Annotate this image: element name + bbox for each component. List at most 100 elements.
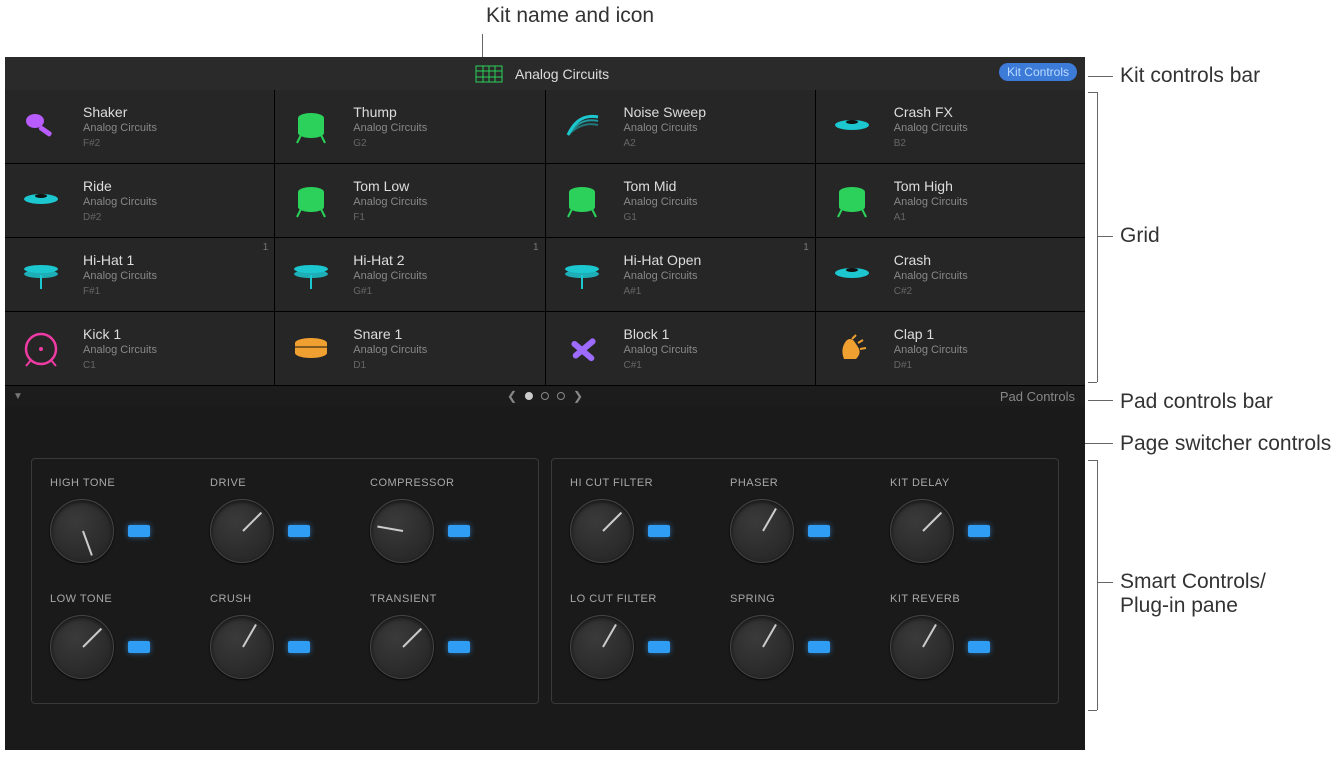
knob-indicator bbox=[377, 526, 403, 532]
pad-group-badge: 1 bbox=[533, 242, 539, 253]
leader-line bbox=[1088, 92, 1097, 93]
knob-indicator bbox=[402, 628, 422, 648]
pad-labels: Noise Sweep Analog Circuits A2 bbox=[624, 104, 707, 149]
pad-name: Kick 1 bbox=[83, 326, 157, 342]
knob-toggle-led[interactable] bbox=[128, 525, 150, 537]
pad-tom-high[interactable]: Tom High Analog Circuits A1 bbox=[816, 164, 1085, 237]
page-next-icon[interactable]: ❯ bbox=[573, 389, 583, 403]
knob-dial[interactable] bbox=[50, 615, 114, 679]
clap-icon bbox=[828, 325, 876, 373]
pad-snare-1[interactable]: Snare 1 Analog Circuits D1 bbox=[275, 312, 544, 385]
pad-crash-fx[interactable]: Crash FX Analog Circuits B2 bbox=[816, 90, 1085, 163]
knob-dial[interactable] bbox=[890, 499, 954, 563]
pad-labels: Tom Mid Analog Circuits G1 bbox=[624, 178, 698, 223]
tom-icon bbox=[558, 177, 606, 225]
knob-indicator bbox=[762, 624, 777, 648]
knob-label: KIT REVERB bbox=[890, 593, 1040, 605]
pad-tom-mid[interactable]: Tom Mid Analog Circuits G1 bbox=[546, 164, 815, 237]
knob-toggle-led[interactable] bbox=[288, 525, 310, 537]
pad-labels: Hi-Hat 2 Analog Circuits G#1 bbox=[353, 252, 427, 297]
pad-labels: Ride Analog Circuits D#2 bbox=[83, 178, 157, 223]
knob-kit-reverb: KIT REVERB bbox=[890, 593, 1040, 679]
pad-controls-label[interactable]: Pad Controls bbox=[1000, 389, 1075, 404]
knob-toggle-led[interactable] bbox=[648, 641, 670, 653]
pad-labels: Tom High Analog Circuits A1 bbox=[894, 178, 968, 223]
pad-kit-name: Analog Circuits bbox=[894, 344, 968, 356]
pad-thump[interactable]: Thump Analog Circuits G2 bbox=[275, 90, 544, 163]
knob-toggle-led[interactable] bbox=[808, 641, 830, 653]
pad-labels: Snare 1 Analog Circuits D1 bbox=[353, 326, 427, 371]
cymbal-icon bbox=[828, 103, 876, 151]
shaker-icon bbox=[17, 103, 65, 151]
knob-label: CRUSH bbox=[210, 593, 360, 605]
leader-line bbox=[1097, 582, 1113, 583]
pad-note: A2 bbox=[624, 138, 707, 149]
pad-labels: Crash FX Analog Circuits B2 bbox=[894, 104, 968, 149]
page-dot-3[interactable] bbox=[557, 392, 565, 400]
knob-dial[interactable] bbox=[370, 615, 434, 679]
pad-kit-name: Analog Circuits bbox=[894, 196, 968, 208]
pad-labels: Hi-Hat 1 Analog Circuits F#1 bbox=[83, 252, 157, 297]
pad-hi-hat-open[interactable]: Hi-Hat Open Analog Circuits A#1 1 bbox=[546, 238, 815, 311]
pad-name: Noise Sweep bbox=[624, 104, 707, 120]
knob-indicator bbox=[242, 624, 257, 648]
pad-shaker[interactable]: Shaker Analog Circuits F#2 bbox=[5, 90, 274, 163]
knob-dial[interactable] bbox=[730, 615, 794, 679]
leader-line bbox=[1088, 460, 1097, 461]
knob-dial[interactable] bbox=[890, 615, 954, 679]
pad-note: C#2 bbox=[894, 286, 968, 297]
pad-labels: Hi-Hat Open Analog Circuits A#1 bbox=[624, 252, 702, 297]
knob-dial[interactable] bbox=[570, 499, 634, 563]
pad-note: G1 bbox=[624, 212, 698, 223]
knob-lo-cut-filter: LO CUT FILTER bbox=[570, 593, 720, 679]
pad-note: F1 bbox=[353, 212, 427, 223]
knob-kit-delay: KIT DELAY bbox=[890, 477, 1040, 563]
page-prev-icon[interactable]: ❮ bbox=[507, 389, 517, 403]
knob-toggle-led[interactable] bbox=[968, 525, 990, 537]
pad-hi-hat-2[interactable]: Hi-Hat 2 Analog Circuits G#1 1 bbox=[275, 238, 544, 311]
knob-dial[interactable] bbox=[50, 499, 114, 563]
knob-indicator bbox=[602, 512, 622, 532]
knob-toggle-led[interactable] bbox=[968, 641, 990, 653]
pad-kit-name: Analog Circuits bbox=[624, 270, 702, 282]
page-dot-2[interactable] bbox=[541, 392, 549, 400]
disclosure-triangle-icon[interactable]: ▼ bbox=[13, 391, 23, 402]
pad-ride[interactable]: Ride Analog Circuits D#2 bbox=[5, 164, 274, 237]
pad-kit-name: Analog Circuits bbox=[353, 122, 427, 134]
kit-name[interactable]: Analog Circuits bbox=[515, 66, 609, 82]
knob-toggle-led[interactable] bbox=[448, 525, 470, 537]
kick-icon bbox=[17, 325, 65, 373]
pad-clap-1[interactable]: Clap 1 Analog Circuits D#1 bbox=[816, 312, 1085, 385]
knob-dial[interactable] bbox=[210, 499, 274, 563]
knob-label: HIGH TONE bbox=[50, 477, 200, 489]
knob-dial[interactable] bbox=[730, 499, 794, 563]
knob-toggle-led[interactable] bbox=[648, 525, 670, 537]
knob-label: DRIVE bbox=[210, 477, 360, 489]
kit-icon[interactable] bbox=[475, 65, 503, 86]
knob-high-tone: HIGH TONE bbox=[50, 477, 200, 563]
page-dot-1[interactable] bbox=[525, 392, 533, 400]
pad-crash[interactable]: Crash Analog Circuits C#2 bbox=[816, 238, 1085, 311]
pad-name: Shaker bbox=[83, 104, 157, 120]
knob-phaser: PHASER bbox=[730, 477, 880, 563]
pad-note: G2 bbox=[353, 138, 427, 149]
kit-controls-button[interactable]: Kit Controls bbox=[999, 63, 1077, 81]
knob-toggle-led[interactable] bbox=[288, 641, 310, 653]
pad-block-1[interactable]: Block 1 Analog Circuits C#1 bbox=[546, 312, 815, 385]
knob-toggle-led[interactable] bbox=[448, 641, 470, 653]
knob-toggle-led[interactable] bbox=[128, 641, 150, 653]
pad-note: B2 bbox=[894, 138, 968, 149]
hihat-icon bbox=[17, 251, 65, 299]
knob-label: LOW TONE bbox=[50, 593, 200, 605]
pad-tom-low[interactable]: Tom Low Analog Circuits F1 bbox=[275, 164, 544, 237]
pad-hi-hat-1[interactable]: Hi-Hat 1 Analog Circuits F#1 1 bbox=[5, 238, 274, 311]
pad-noise-sweep[interactable]: Noise Sweep Analog Circuits A2 bbox=[546, 90, 815, 163]
knob-dial[interactable] bbox=[370, 499, 434, 563]
pad-labels: Shaker Analog Circuits F#2 bbox=[83, 104, 157, 149]
knob-dial[interactable] bbox=[210, 615, 274, 679]
knob-dial[interactable] bbox=[570, 615, 634, 679]
knob-toggle-led[interactable] bbox=[808, 525, 830, 537]
pad-name: Snare 1 bbox=[353, 326, 427, 342]
leader-line bbox=[1088, 382, 1097, 383]
pad-kick-1[interactable]: Kick 1 Analog Circuits C1 bbox=[5, 312, 274, 385]
